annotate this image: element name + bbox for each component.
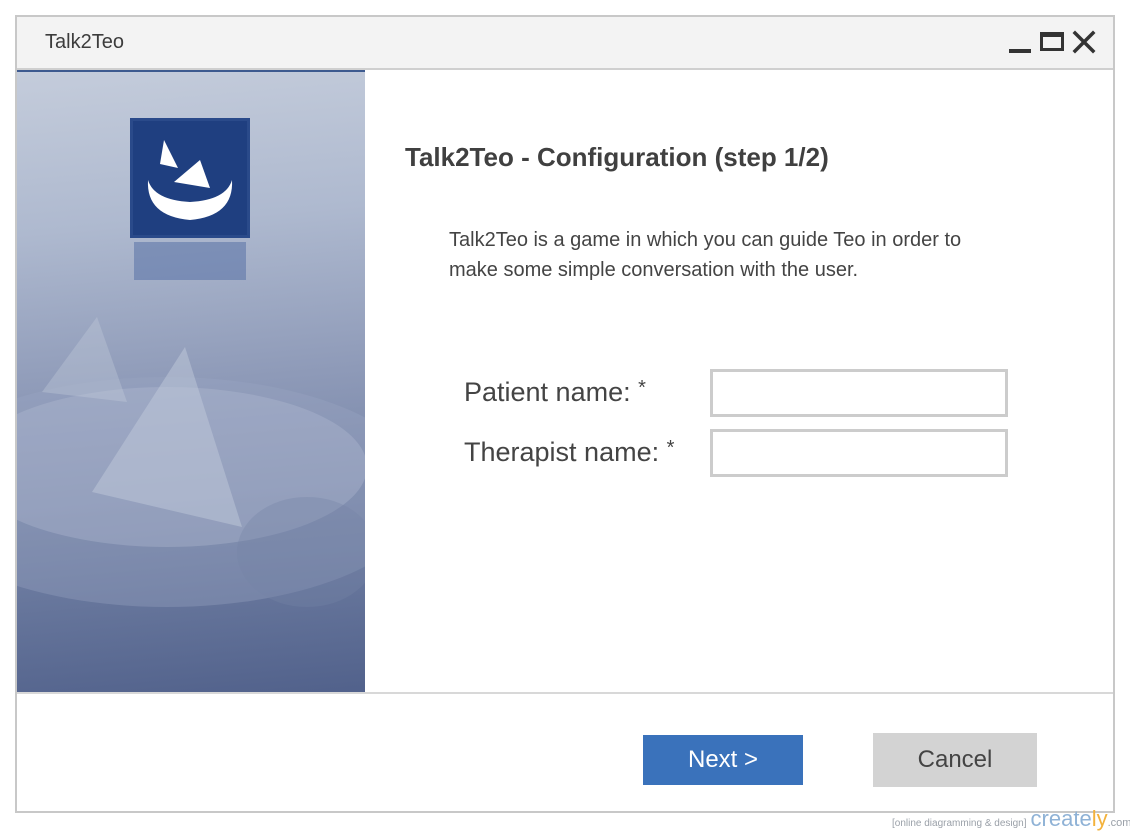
patient-name-input[interactable] [710, 369, 1008, 417]
watermark-brand: creately [1031, 806, 1108, 831]
minimize-icon[interactable] [1007, 29, 1033, 55]
talk2teo-logo-icon [130, 118, 250, 283]
therapist-name-row: Therapist name: * [365, 429, 1113, 479]
watermark-brand-prefix: creat [1030, 806, 1080, 831]
patient-name-row: Patient name: * [365, 369, 1113, 419]
patient-name-label-text: Patient name: [464, 377, 631, 407]
description-text: Talk2Teo is a game in which you can guid… [449, 229, 962, 281]
watermark-domain: .com [1107, 817, 1130, 829]
patient-name-label: Patient name: * [464, 377, 646, 408]
required-marker: * [666, 437, 675, 459]
creately-watermark: [online diagramming & design] creately.co… [892, 806, 1130, 832]
watermark-brand-accent: e [1079, 806, 1092, 831]
therapist-name-input[interactable] [710, 429, 1008, 477]
footer-divider [17, 692, 1113, 694]
close-icon[interactable] [1071, 29, 1097, 55]
required-marker: * [638, 377, 646, 399]
maximize-icon[interactable] [1039, 29, 1065, 55]
therapist-name-label-text: Therapist name: [464, 437, 660, 467]
app-window: Talk2Teo Talk2Teo - Configuration (step … [15, 15, 1115, 813]
side-banner [17, 70, 365, 694]
therapist-name-label: Therapist name: * [464, 437, 674, 468]
cancel-button[interactable]: Cancel [873, 733, 1037, 787]
watermark-brand-suffix: ly [1091, 806, 1108, 831]
content-panel: Talk2Teo - Configuration (step 1/2) Talk… [365, 70, 1113, 692]
next-button[interactable]: Next > [643, 735, 803, 785]
window-title: Talk2Teo [45, 31, 124, 53]
title-bar[interactable]: Talk2Teo [17, 17, 1113, 70]
watermark-tagline: [online diagramming & design] [892, 818, 1027, 829]
dialog-title: Talk2Teo - Configuration (step 1/2) [405, 142, 829, 172]
